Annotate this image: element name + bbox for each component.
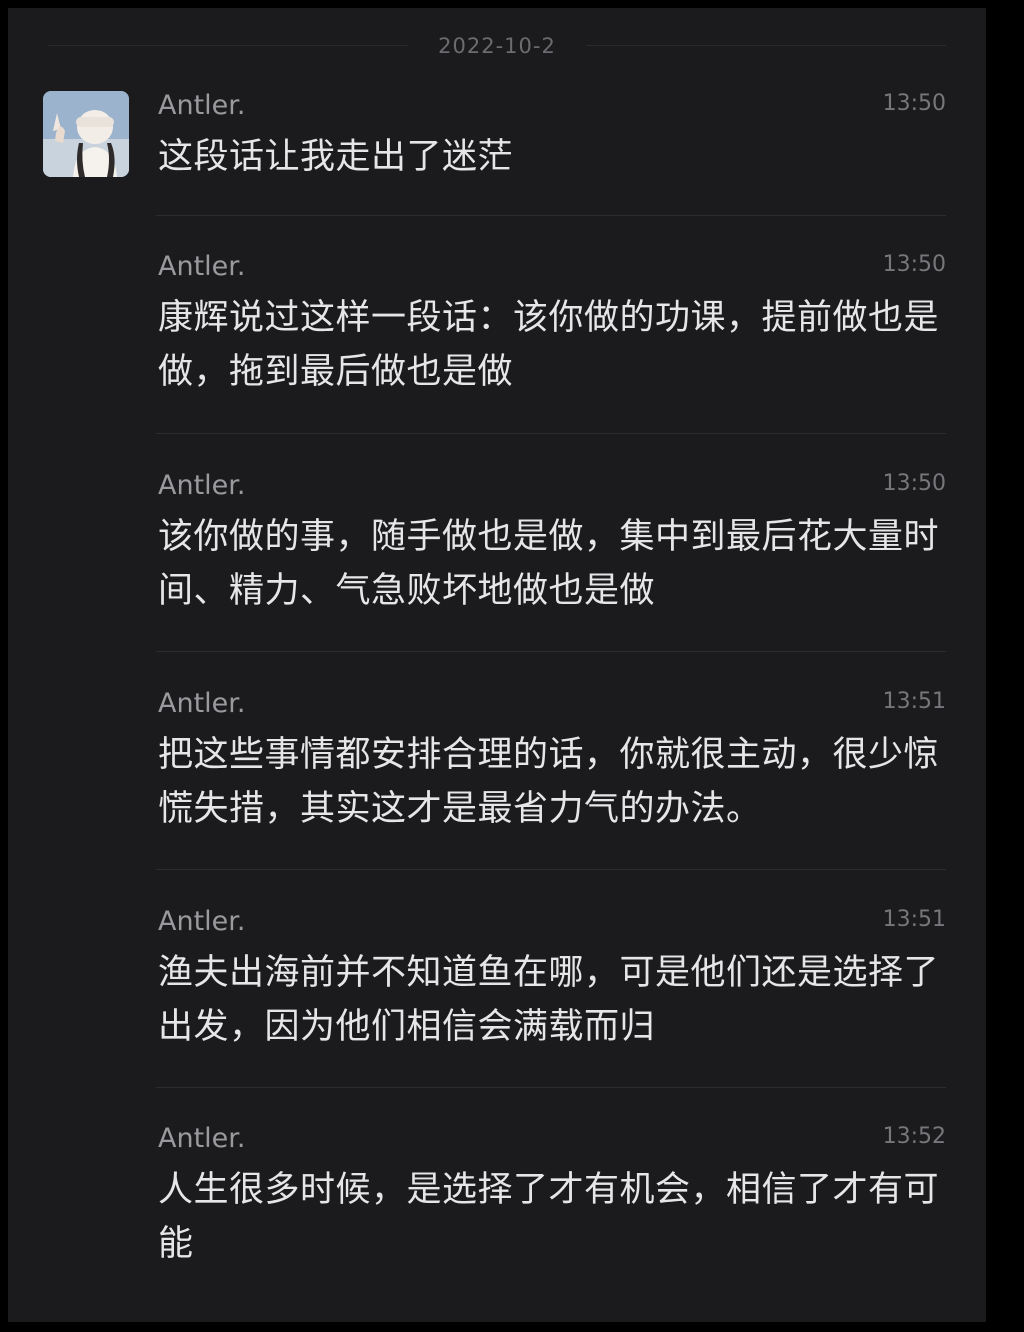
message-time: 13:50	[882, 91, 946, 116]
message-sender: Antler.	[158, 906, 246, 937]
message-item[interactable]: Antler. 13:50 该你做的事，随手做也是做，集中到最后花大量时间、精力…	[158, 470, 946, 630]
message-sender: Antler.	[158, 470, 246, 501]
avatar[interactable]	[43, 91, 129, 177]
message-text: 渔夫出海前并不知道鱼在哪，可是他们还是选择了出发，因为他们相信会满载而归	[158, 953, 940, 1047]
message-item[interactable]: Antler. 13:51 渔夫出海前并不知道鱼在哪，可是他们还是选择了出发，因…	[158, 906, 946, 1066]
message-item[interactable]: Antler. 13:52 人生很多时候，是选择了才有机会，相信了才有可能	[158, 1123, 946, 1283]
message-separator	[156, 651, 946, 652]
message-separator	[156, 433, 946, 434]
message-item[interactable]: Antler. 13:50 康辉说过这样一段话：该你做的功课，提前做也是做，拖到…	[158, 251, 946, 411]
message-separator	[156, 215, 946, 216]
message-sender: Antler.	[158, 688, 246, 719]
message-sender: Antler.	[158, 1123, 246, 1154]
message-text: 康辉说过这样一段话：该你做的功课，提前做也是做，拖到最后做也是做	[158, 298, 940, 392]
message-time: 13:50	[882, 252, 946, 277]
message-text: 这段话让我走出了迷茫	[158, 137, 514, 177]
message-text: 把这些事情都安排合理的话，你就很主动，很少惊慌失措，其实这才是最省力气的办法。	[158, 735, 940, 829]
message-item[interactable]: Antler. 13:51 把这些事情都安排合理的话，你就很主动，很少惊慌失措，…	[158, 688, 946, 848]
message-text: 人生很多时候，是选择了才有机会，相信了才有可能	[158, 1170, 940, 1264]
message-time: 13:52	[882, 1124, 946, 1149]
message-time: 13:50	[882, 471, 946, 496]
message-time: 13:51	[882, 907, 946, 932]
message-item[interactable]: Antler. 13:50 这段话让我走出了迷茫	[158, 90, 946, 200]
date-label: 2022-10-2	[438, 34, 556, 58]
message-sender: Antler.	[158, 251, 246, 282]
user-avatar-photo-icon	[43, 91, 129, 177]
message-sender: Antler.	[158, 90, 246, 121]
divider-line	[586, 45, 946, 46]
message-separator	[156, 1087, 946, 1088]
chat-history-panel: 2022-10-2 Antler. 13:50 这段话让我走出了迷茫 Antle…	[8, 8, 986, 1322]
date-divider: 2022-10-2	[8, 34, 986, 58]
message-time: 13:51	[882, 689, 946, 714]
message-text: 该你做的事，随手做也是做，集中到最后花大量时间、精力、气急败坏地做也是做	[158, 517, 940, 611]
message-separator	[156, 869, 946, 870]
